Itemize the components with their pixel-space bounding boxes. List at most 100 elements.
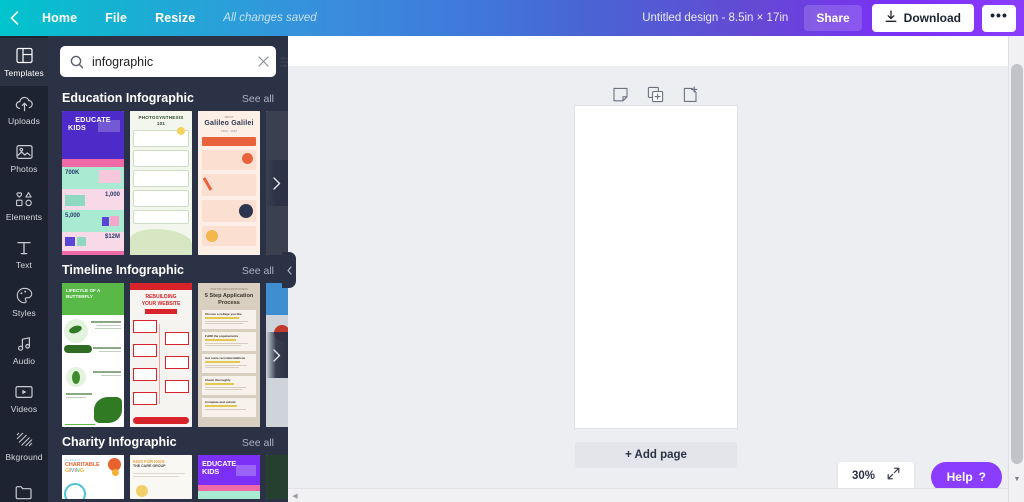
search-input[interactable] [92, 54, 253, 69]
sidebar-item-templates[interactable]: Templates [0, 38, 48, 86]
see-all-link[interactable]: See all [242, 93, 274, 105]
close-icon[interactable] [253, 56, 274, 67]
carousel-education: EDUCATE KIDS 700K 1,000 5,000 $12M PHOTO… [48, 111, 288, 255]
sidebar-item-photos[interactable]: Photos [0, 134, 48, 182]
vertical-scroll-thumb[interactable] [1011, 64, 1023, 464]
top-bar: Home File Resize All changes saved Untit… [0, 0, 1024, 36]
triangle-down-icon[interactable]: ▼ [1009, 472, 1024, 486]
sidebar-item-audio[interactable]: Audio [0, 326, 48, 374]
chevron-right-icon[interactable] [266, 332, 288, 378]
resize-button[interactable]: Resize [141, 0, 209, 36]
canva-editor-window: Home File Resize All changes saved Untit… [0, 0, 1024, 502]
zoom-control[interactable]: 30% [838, 462, 914, 490]
template-card[interactable] [266, 455, 288, 499]
folder-icon [15, 483, 33, 502]
upload-cloud-icon [15, 94, 34, 113]
panel-collapse-handle[interactable] [282, 252, 296, 288]
sidebar-item-folders[interactable] [0, 470, 48, 502]
section-title: Charity Infographic [62, 435, 177, 449]
template-card[interactable]: REBUILDING YOUR WEBSITE [130, 283, 192, 427]
search-area [48, 36, 288, 83]
top-bar-left: Home File Resize All changes saved [0, 0, 317, 36]
sidebar-item-styles[interactable]: Styles [0, 278, 48, 326]
help-label: Help [946, 470, 973, 484]
sidebar-item-label: Bkground [5, 452, 43, 462]
thumb-subtitle: YOUR WEBSITE [141, 300, 181, 307]
see-all-link[interactable]: See all [242, 437, 274, 449]
sidebar-item-label: Text [16, 260, 32, 270]
zoom-level-label: 30% [851, 470, 876, 482]
sidebar-item-uploads[interactable]: Uploads [0, 86, 48, 134]
template-card[interactable]: KIDS FOR KIDS: THE CARE GROUP [130, 455, 192, 499]
add-page-icon[interactable] [682, 86, 700, 104]
sidebar-item-text[interactable]: Text [0, 230, 48, 278]
section-title: Education Infographic [62, 91, 194, 105]
page-notes-icon[interactable] [612, 86, 630, 104]
duplicate-page-icon[interactable] [647, 86, 665, 104]
template-card[interactable]: HOW THE APPLICATION WORKS 5 Step Applica… [198, 283, 260, 427]
more-options-button[interactable]: ••• [982, 4, 1016, 32]
template-card[interactable]: PHOTOSYNTHESIS 101 [130, 111, 192, 255]
template-card[interactable]: ABOUT Galileo Galilei 1564 - 1642 [198, 111, 260, 255]
section-header-education: Education Infographic See all [48, 83, 288, 111]
file-menu-button[interactable]: File [91, 0, 141, 36]
section-header-charity: Charity Infographic See all [48, 427, 288, 455]
download-button[interactable]: Download [871, 4, 974, 32]
left-rail: Templates Uploads Photos Elements Text S… [0, 36, 48, 502]
sidebar-item-label: Videos [10, 404, 38, 414]
carousel-charity: The Effect of CHARITABLE GIVING KIDS FOR… [48, 455, 288, 499]
section-title: Timeline Infographic [62, 263, 185, 277]
text-icon [16, 238, 32, 257]
thumb-subtitle: THE CARE GROUP [133, 464, 166, 468]
sidebar-item-label: Templates [4, 68, 44, 78]
styles-palette-icon [16, 286, 33, 305]
background-pattern-icon [16, 430, 33, 449]
template-card[interactable]: EDUCATE KIDS [198, 455, 260, 499]
top-bar-right: Untitled design - 8.5in × 17in Share Dow… [642, 4, 1024, 32]
thumb-title: 5 Step Application [204, 293, 254, 299]
share-button[interactable]: Share [804, 5, 862, 31]
thumb-title: Galileo Galilei [204, 120, 254, 127]
add-page-button[interactable]: + Add page [575, 442, 737, 468]
help-question-icon: ? [978, 470, 986, 484]
template-card[interactable]: LIFECYLE OF A BUTTERFLY [62, 283, 124, 427]
canvas-top-strip [288, 36, 1024, 66]
vertical-scrollbar[interactable]: ▲ ▼ [1008, 36, 1024, 502]
triangle-left-icon[interactable]: ◀ [290, 491, 300, 501]
sidebar-item-label: Uploads [8, 116, 40, 126]
download-label: Download [903, 11, 961, 25]
sidebar-item-elements[interactable]: Elements [0, 182, 48, 230]
video-icon [15, 382, 33, 401]
sidebar-item-bkground[interactable]: Bkground [0, 422, 48, 470]
canvas-area[interactable]: + Add page 30% Help ? [288, 36, 1024, 502]
sidebar-item-label: Audio [12, 356, 36, 366]
page-tools [612, 86, 700, 104]
audio-note-icon [16, 334, 33, 353]
thumb-subtitle: BUTTERFLY [66, 294, 93, 299]
see-all-link[interactable]: See all [242, 265, 274, 277]
section-header-timeline: Timeline Infographic See all [48, 255, 288, 283]
carousel-timeline: LIFECYLE OF A BUTTERFLY REBUILDING YOUR … [48, 283, 288, 427]
template-card-list: EDUCATE KIDS 700K 1,000 5,000 $12M PHOTO… [62, 111, 288, 255]
elements-icon [15, 190, 34, 209]
sidebar-item-label: Styles [12, 308, 36, 318]
filter-sliders-icon[interactable] [274, 55, 288, 69]
templates-panel: Education Infographic See all EDUCATE KI… [48, 36, 288, 502]
save-status-label: All changes saved [223, 12, 317, 24]
sidebar-item-videos[interactable]: Videos [0, 374, 48, 422]
design-page-canvas[interactable] [575, 106, 737, 428]
expand-arrows-icon[interactable] [887, 467, 900, 485]
chevron-left-icon[interactable] [0, 0, 28, 36]
download-icon [885, 10, 897, 26]
sidebar-item-label: Elements [5, 212, 43, 222]
document-title[interactable]: Untitled design - 8.5in × 17in [642, 12, 788, 24]
search-box[interactable] [60, 46, 288, 77]
template-card-list: LIFECYLE OF A BUTTERFLY REBUILDING YOUR … [62, 283, 288, 427]
template-card[interactable]: EDUCATE KIDS 700K 1,000 5,000 $12M [62, 111, 124, 255]
horizontal-scrollbar[interactable]: ◀ [288, 488, 1008, 502]
templates-icon [15, 46, 33, 65]
sidebar-item-label: Photos [10, 164, 38, 174]
chevron-right-icon[interactable] [266, 160, 288, 206]
home-button[interactable]: Home [28, 0, 91, 36]
template-card[interactable]: The Effect of CHARITABLE GIVING [62, 455, 124, 499]
